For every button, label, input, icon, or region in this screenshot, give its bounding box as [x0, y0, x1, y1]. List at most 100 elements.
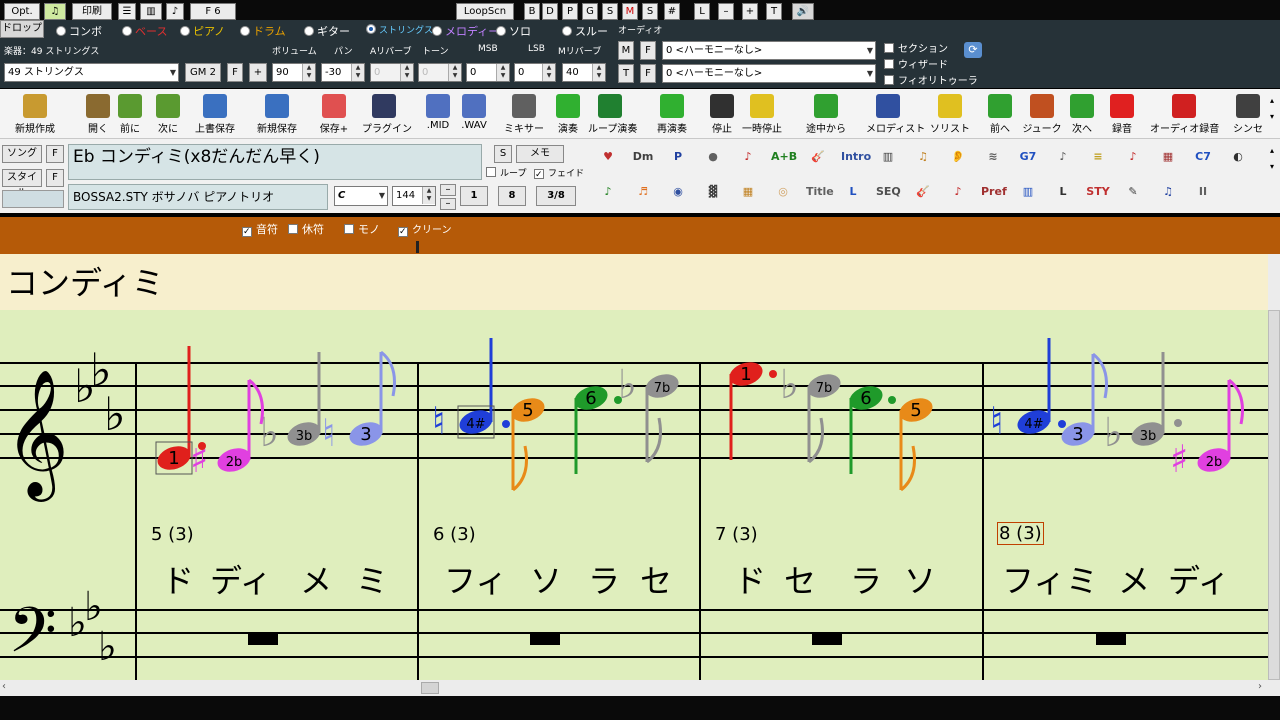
toolbar-button-3[interactable]: 次に — [146, 89, 190, 139]
fioritura-checkbox[interactable]: フィオリトゥーラ — [884, 72, 978, 87]
palette-row1-icon[interactable]: ♪ — [1051, 146, 1075, 168]
radio-guitar[interactable]: ギター — [304, 23, 350, 39]
note[interactable]: 6 — [846, 382, 885, 474]
toolbar-button-13[interactable]: 再演奏 — [650, 89, 694, 139]
palette-row1-icon[interactable]: G7 — [1016, 146, 1040, 168]
palette-row1-icon[interactable]: ♪ — [1121, 146, 1145, 168]
radio-solo[interactable]: ソロ — [496, 23, 531, 39]
palette-row1-icon[interactable]: Dm — [631, 146, 655, 168]
harmony-t-button[interactable]: T — [618, 64, 634, 83]
palette-row2-icon[interactable]: ♬ — [631, 181, 655, 203]
palette-row2-icon[interactable]: L — [841, 181, 865, 203]
notation-letter-button[interactable]: L — [694, 3, 710, 20]
palette-row1-icon[interactable]: ● — [701, 146, 725, 168]
msb-spinner[interactable]: 0 ▲ ▼ — [466, 63, 510, 82]
palette-row2-icon[interactable]: ▓ — [701, 181, 725, 203]
palette-row1-icon[interactable]: ♪ — [736, 146, 760, 168]
toolbar-button-23[interactable]: オーディオ録音 — [1150, 89, 1219, 139]
note[interactable]: 5 — [508, 394, 547, 492]
lsb-spinner[interactable]: 0 ▲ ▼ — [514, 63, 556, 82]
toolbar-button-17[interactable]: メロディスト — [866, 89, 925, 139]
notation-view-button[interactable]: ♫ — [44, 3, 66, 20]
note[interactable]: 5 — [896, 394, 935, 492]
notation-letter-button[interactable]: S — [602, 3, 618, 20]
mreverb-spinner[interactable]: 40 ▲ ▼ — [562, 63, 606, 82]
palette-row2-icon[interactable]: ◉ — [666, 181, 690, 203]
toolbar-button-0[interactable]: 新規作成 — [6, 89, 64, 139]
song-s-button[interactable]: S — [494, 145, 512, 163]
notation-letter-button[interactable]: P — [562, 3, 578, 20]
radio-melody[interactable]: メロディー — [432, 23, 499, 39]
palette-row1-icon[interactable]: 👂 — [946, 146, 970, 168]
note[interactable]: ♮ 3 — [322, 350, 396, 455]
key-select[interactable]: C ▼ — [334, 186, 388, 206]
instrument-select[interactable]: 49 ストリングス ▼ — [4, 63, 179, 82]
notation-letter-button[interactable]: M — [622, 3, 638, 20]
pan-spinner[interactable]: -30 ▲ ▼ — [321, 63, 365, 82]
print-button[interactable]: 印刷 — [72, 3, 112, 20]
end-bar-button[interactable]: 8 — [498, 186, 526, 206]
note[interactable]: ♭ 3b — [1104, 352, 1168, 456]
toolbar-button-16[interactable]: 途中から — [804, 89, 848, 139]
toolbar-button-11[interactable]: 演奏 — [546, 89, 590, 139]
radio-drums[interactable]: ドラム — [240, 23, 286, 39]
radio-piano[interactable]: ピアノ — [180, 23, 225, 39]
scroll-arrow-icon[interactable]: ▴ — [1270, 146, 1274, 155]
scroll-right-icon[interactable]: › — [1258, 681, 1262, 692]
gm2-button[interactable]: GM 2 — [185, 63, 221, 82]
spinner-arrows-icon[interactable]: ▲ ▼ — [400, 64, 413, 81]
notation-letter-button[interactable]: S — [642, 3, 658, 20]
toolbar-button-5[interactable]: 新規保存 — [248, 89, 306, 139]
harmony2-f-button[interactable]: F — [640, 64, 656, 83]
toolbar-button-24[interactable]: シンセ — [1226, 89, 1270, 139]
toolbar-button-6[interactable]: 保存+ — [312, 89, 356, 139]
palette-row2-icon[interactable]: ♫ — [1156, 181, 1180, 203]
scroll-arrow-icon[interactable]: ▴ — [1270, 96, 1274, 105]
horizontal-scrollbar[interactable] — [0, 680, 1280, 696]
vertical-scroll-thumb[interactable] — [1268, 310, 1280, 680]
notation-letter-button[interactable]: – — [718, 3, 734, 20]
spinner-arrows-icon[interactable]: ▲ ▼ — [351, 64, 364, 81]
mono-checkbox[interactable]: モノ — [344, 221, 380, 237]
melody-harmony-select[interactable]: 0 <ハーモニーなし> ▼ — [662, 41, 876, 60]
note[interactable]: 3 — [1058, 352, 1108, 450]
spinner-arrows-icon[interactable]: ▲ ▼ — [542, 64, 555, 81]
scroll-arrow-icon[interactable]: ▾ — [1270, 112, 1274, 121]
note[interactable]: 6 — [571, 382, 610, 474]
loop-checkbox[interactable]: ループ — [486, 166, 526, 179]
palette-row1-icon[interactable]: 🎸 — [806, 146, 830, 168]
toolbar-button-4[interactable]: 上書保存 — [186, 89, 244, 139]
palette-row1-icon[interactable]: ▥ — [876, 146, 900, 168]
note[interactable]: ♭ 3b — [260, 352, 324, 456]
section-checkbox[interactable]: セクション — [884, 40, 948, 55]
rests-checkbox[interactable]: 休符 — [288, 221, 324, 237]
radio-strings[interactable]: ストリングス — [366, 23, 433, 36]
options-button[interactable]: Opt. — [4, 3, 40, 20]
harmony-m-button[interactable]: M — [618, 41, 634, 60]
toolbar-button-18[interactable]: ソリスト — [928, 89, 972, 139]
radio-combo[interactable]: コンボ — [56, 23, 102, 39]
scroll-arrow-icon[interactable]: ▾ — [1270, 162, 1274, 171]
note[interactable]: ♭ 7b — [780, 362, 844, 464]
note[interactable]: ♯ 2b — [1170, 378, 1244, 481]
notation-letter-button[interactable]: D — [542, 3, 558, 20]
palette-row1-icon[interactable]: Intro — [841, 146, 871, 168]
palette-row2-icon[interactable]: ▦ — [736, 181, 760, 203]
fade-checkbox[interactable]: ✓ フェイド — [534, 166, 584, 180]
palette-row2-icon[interactable]: ◎ — [771, 181, 795, 203]
notation-letter-button[interactable]: B — [524, 3, 540, 20]
note[interactable]: ♮ 4# — [432, 338, 496, 443]
palette-row2-icon[interactable]: ♪ — [946, 181, 970, 203]
toolbar-button-22[interactable]: 録音 — [1100, 89, 1144, 139]
palette-row2-icon[interactable]: Title — [806, 181, 834, 203]
palette-row2-icon[interactable]: L — [1051, 181, 1075, 203]
palette-row1-icon[interactable]: ◐ — [1226, 146, 1250, 168]
speaker-icon[interactable]: 🔊 — [792, 3, 814, 20]
note[interactable]: ♭ 7b — [618, 362, 682, 464]
palette-row2-icon[interactable]: 🎸 — [911, 181, 935, 203]
toolbar-button-10[interactable]: ミキサー — [502, 89, 546, 139]
song-button[interactable]: ソング — [2, 145, 42, 163]
palette-row1-icon[interactable]: ▦ — [1156, 146, 1180, 168]
edit-note-button[interactable]: ♪ — [166, 3, 184, 20]
instrument-plus-button[interactable]: + — [249, 63, 267, 82]
